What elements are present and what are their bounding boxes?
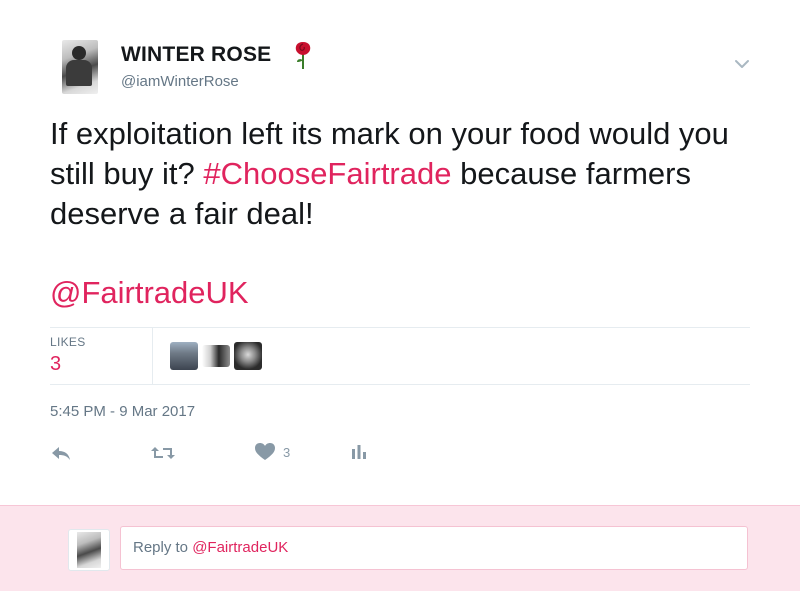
liker-avatar[interactable] <box>170 342 198 370</box>
likes-stat[interactable]: LIKES 3 <box>50 335 86 376</box>
reply-prefix: Reply to <box>133 539 193 556</box>
divider-top <box>50 327 750 328</box>
likers-avatars <box>170 342 262 370</box>
author-handle[interactable]: @iamWinterRose <box>121 73 239 90</box>
tweet-card: WINTER ROSE @iamWinterRose If exploitati… <box>0 0 800 500</box>
analytics-icon <box>352 445 366 459</box>
reply-mention: @FairtradeUK <box>192 539 289 556</box>
likes-count: 3 <box>50 353 62 375</box>
divider-bottom <box>50 384 750 385</box>
author-name[interactable]: WINTER ROSE <box>121 43 271 67</box>
reply-icon <box>52 447 70 460</box>
current-user-avatar <box>68 529 110 571</box>
liker-avatar[interactable] <box>202 345 230 367</box>
likes-label: LIKES <box>50 335 86 349</box>
reply-area: Reply to @FairtradeUK <box>0 505 800 591</box>
rose-icon <box>295 42 311 69</box>
heart-icon <box>255 443 275 460</box>
hashtag-link[interactable]: #ChooseFairtrade <box>203 156 451 191</box>
tweet-text: If exploitation left its mark on your fo… <box>50 114 770 234</box>
retweet-button[interactable] <box>150 443 176 463</box>
mention-link[interactable]: @FairtradeUK <box>50 275 249 311</box>
like-button[interactable]: 3 <box>255 443 290 461</box>
author-avatar[interactable] <box>62 40 98 94</box>
reply-input[interactable]: Reply to @FairtradeUK <box>120 526 748 570</box>
stats-separator <box>152 327 153 384</box>
reply-button[interactable] <box>50 443 72 463</box>
chevron-down-icon[interactable] <box>734 56 750 72</box>
like-count: 3 <box>283 444 291 460</box>
retweet-icon <box>151 447 175 459</box>
liker-avatar[interactable] <box>234 342 262 370</box>
analytics-button[interactable] <box>350 443 368 461</box>
tweet-timestamp[interactable]: 5:45 PM - 9 Mar 2017 <box>50 403 195 420</box>
